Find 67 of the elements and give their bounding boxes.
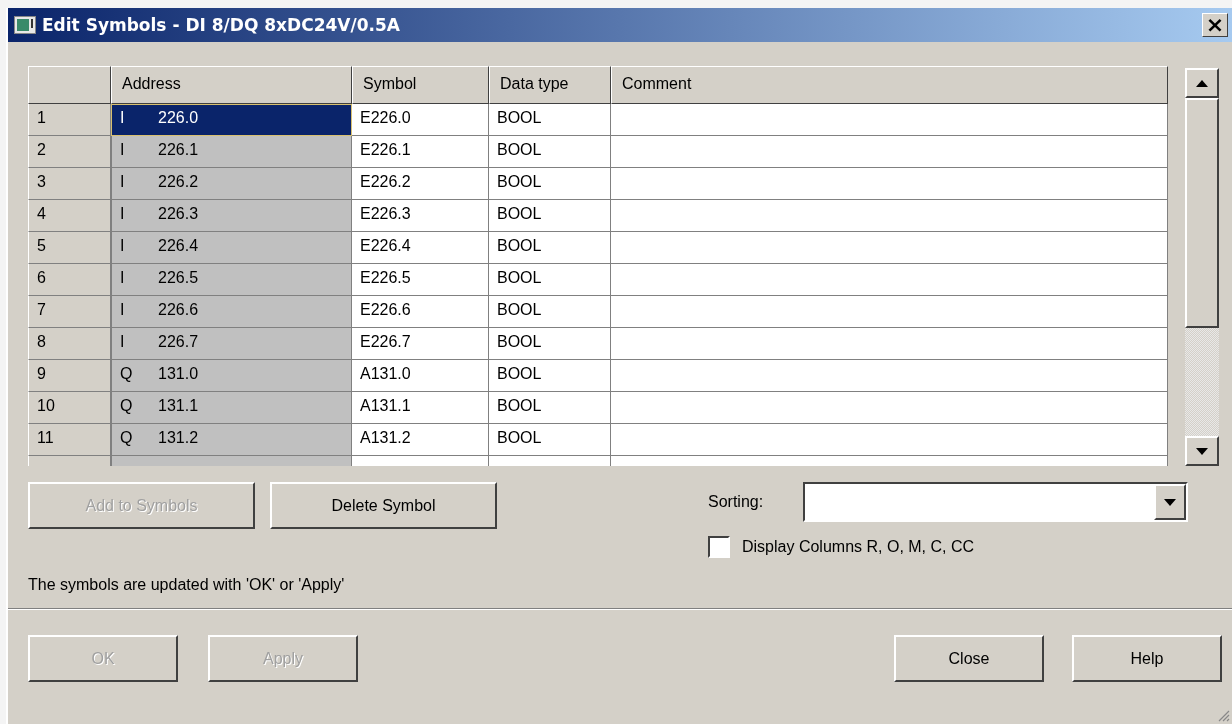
vertical-scrollbar[interactable] (1185, 68, 1219, 466)
table-cell[interactable]: BOOL (489, 392, 611, 424)
table-cell[interactable]: BOOL (489, 264, 611, 296)
address-cell[interactable]: I 226.0 (111, 104, 352, 136)
resize-grip-icon[interactable] (1216, 708, 1230, 722)
sorting-dropdown[interactable] (803, 482, 1189, 522)
address-cell[interactable]: I 226.4 (111, 232, 352, 264)
table-cell[interactable]: BOOL (489, 168, 611, 200)
table-cell[interactable]: A131.1 (352, 392, 489, 424)
scroll-up-button[interactable] (1185, 68, 1219, 98)
dropdown-arrow-icon[interactable] (1164, 498, 1177, 506)
info-message: The symbols are updated with 'OK' or 'Apply' (28, 576, 346, 594)
table-cell[interactable]: BOOL (489, 136, 611, 168)
row-number: 1 (28, 104, 111, 136)
row-number: 9 (28, 360, 111, 392)
address-cell[interactable]: I 226.7 (111, 328, 352, 360)
table-cell[interactable]: A131.2 (352, 424, 489, 456)
dialog-button[interactable]: Help (1072, 635, 1222, 682)
table-cell[interactable]: BOOL (489, 424, 611, 456)
table-cell[interactable]: E226.5 (352, 264, 489, 296)
address-cell[interactable]: I 226.6 (111, 296, 352, 328)
close-button[interactable]: × (1202, 13, 1228, 37)
address-cell[interactable]: I 226.3 (111, 200, 352, 232)
address-cell[interactable]: I 226.2 (111, 168, 352, 200)
dialog-button[interactable]: Close (894, 635, 1044, 682)
row-number: 10 (28, 392, 111, 424)
address-cell[interactable]: Q 131.1 (111, 392, 352, 424)
table-cell[interactable]: E226.4 (352, 232, 489, 264)
scroll-down-button[interactable] (1185, 436, 1219, 466)
table-cell[interactable]: BOOL (489, 200, 611, 232)
table-cell[interactable]: E226.3 (352, 200, 489, 232)
row-number: 7 (28, 296, 111, 328)
down-triangle-icon (1196, 447, 1208, 455)
checkbox[interactable] (708, 536, 730, 558)
column-header[interactable]: Comment (611, 66, 1168, 104)
table-cell[interactable]: E226.2 (352, 168, 489, 200)
address-cell[interactable]: I 226.1 (111, 136, 352, 168)
window-title: Edit Symbols - DI 8/DQ 8xDC24V/0.5A (42, 15, 401, 35)
symbol-button[interactable]: Delete Symbol (270, 482, 497, 529)
table-cell[interactable]: E226.6 (352, 296, 489, 328)
table-cell[interactable]: E226.1 (352, 136, 489, 168)
up-triangle-icon (1196, 79, 1208, 87)
window-icon (14, 16, 36, 34)
scroll-thumb[interactable] (1185, 98, 1219, 328)
column-header[interactable]: Data type (489, 66, 611, 104)
row-number: 4 (28, 200, 111, 232)
table-cell[interactable]: A131.0 (352, 360, 489, 392)
row-number: 6 (28, 264, 111, 296)
column-header[interactable]: Address (111, 66, 352, 104)
address-cell[interactable]: I 226.5 (111, 264, 352, 296)
row-number: 11 (28, 424, 111, 456)
table-cell[interactable]: BOOL (489, 360, 611, 392)
row-number: 3 (28, 168, 111, 200)
address-cell[interactable]: Q 131.2 (111, 424, 352, 456)
table-cell[interactable]: E226.7 (352, 328, 489, 360)
table-cell[interactable]: BOOL (489, 296, 611, 328)
table-cell[interactable]: E226.0 (352, 104, 489, 136)
row-number: 8 (28, 328, 111, 360)
checkbox-label[interactable]: Display Columns R, O, M, C, CC (742, 538, 975, 556)
column-header[interactable]: Symbol (352, 66, 489, 104)
table-cell[interactable]: BOOL (489, 328, 611, 360)
address-cell[interactable]: Q 131.0 (111, 360, 352, 392)
row-number: 5 (28, 232, 111, 264)
sorting-label: Sorting: (708, 493, 764, 511)
table-cell[interactable]: BOOL (489, 232, 611, 264)
row-number: 2 (28, 136, 111, 168)
table-cell[interactable]: BOOL (489, 104, 611, 136)
